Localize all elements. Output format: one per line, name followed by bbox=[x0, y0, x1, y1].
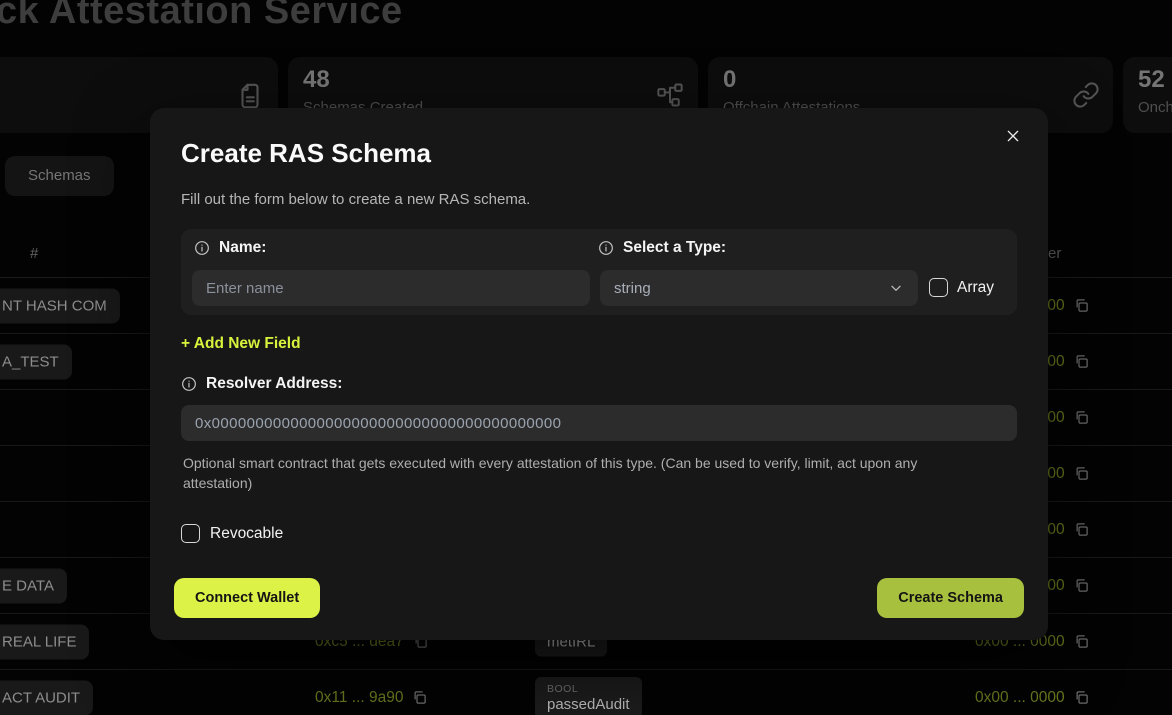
modal-subtitle: Fill out the form below to create a new … bbox=[181, 191, 530, 208]
stat-value: 48 bbox=[303, 66, 330, 94]
copy-icon[interactable] bbox=[1074, 690, 1089, 705]
table-row: ACT AUDIT 0x11 ... 9a90 BOOLpassedAudit … bbox=[0, 670, 1172, 715]
column-header-resolver: er bbox=[1048, 245, 1061, 262]
network-icon bbox=[655, 81, 685, 109]
array-label: Array bbox=[957, 279, 994, 297]
resolver-address-input[interactable] bbox=[181, 405, 1017, 441]
schema-name-badge: NT HASH COM bbox=[0, 288, 120, 323]
schema-name-badge: REAL LIFE bbox=[0, 624, 89, 659]
connect-wallet-button[interactable]: Connect Wallet bbox=[174, 578, 320, 618]
copy-icon[interactable] bbox=[412, 690, 427, 705]
info-icon bbox=[194, 240, 210, 256]
array-checkbox[interactable] bbox=[929, 278, 948, 297]
type-label: Select a Type: bbox=[598, 239, 726, 257]
revocable-label: Revocable bbox=[210, 525, 283, 543]
copy-icon[interactable] bbox=[1074, 578, 1089, 593]
add-new-field-button[interactable]: + Add New Field bbox=[181, 335, 301, 353]
copy-icon[interactable] bbox=[1074, 522, 1089, 537]
copy-icon[interactable] bbox=[1074, 466, 1089, 481]
schema-field-badge: BOOLpassedAudit bbox=[535, 677, 642, 715]
type-select-value: string bbox=[614, 280, 651, 297]
stat-value: 52 bbox=[1138, 66, 1165, 94]
stat-label: Oncha bbox=[1138, 99, 1172, 116]
resolver-address-label: Resolver Address: bbox=[181, 375, 342, 393]
name-label: Name: bbox=[194, 239, 266, 257]
link-icon bbox=[1072, 81, 1100, 109]
file-icon bbox=[235, 81, 265, 111]
info-icon bbox=[598, 240, 614, 256]
copy-icon[interactable] bbox=[1074, 298, 1089, 313]
create-schema-button[interactable]: Create Schema bbox=[877, 578, 1024, 618]
close-icon[interactable] bbox=[1001, 124, 1025, 148]
schema-uid-link[interactable]: 0x11 ... 9a90 bbox=[315, 689, 427, 707]
schema-name-badge: ACT AUDIT bbox=[0, 680, 93, 715]
modal-title: Create RAS Schema bbox=[181, 138, 431, 169]
stat-card-onchain-attestations: 52 Oncha bbox=[1123, 57, 1172, 133]
schema-name-badge: E DATA bbox=[0, 568, 67, 603]
chevron-down-icon bbox=[888, 280, 904, 296]
info-icon bbox=[181, 376, 197, 392]
schema-name-badge: A_TEST bbox=[0, 344, 72, 379]
revocable-checkbox[interactable] bbox=[181, 524, 200, 543]
stat-value: 0 bbox=[723, 66, 736, 94]
schema-field-panel: Name: Select a Type: string Array bbox=[181, 229, 1017, 315]
resolver-help-text: Optional smart contract that gets execut… bbox=[183, 453, 983, 493]
tab-schemas[interactable]: Schemas bbox=[5, 156, 114, 196]
copy-icon[interactable] bbox=[1074, 410, 1089, 425]
copy-icon[interactable] bbox=[1074, 634, 1089, 649]
array-option: Array bbox=[929, 278, 994, 297]
page-title: ck Attestation Service bbox=[0, 0, 403, 33]
create-ras-schema-modal: Create RAS Schema Fill out the form belo… bbox=[150, 108, 1048, 640]
type-select[interactable]: string bbox=[600, 270, 918, 306]
revocable-option: Revocable bbox=[181, 524, 283, 543]
name-input[interactable] bbox=[192, 270, 590, 306]
column-header-number: # bbox=[30, 245, 38, 262]
copy-icon[interactable] bbox=[1074, 354, 1089, 369]
resolver-address-link[interactable]: 0x00 ... 0000 bbox=[975, 689, 1089, 707]
